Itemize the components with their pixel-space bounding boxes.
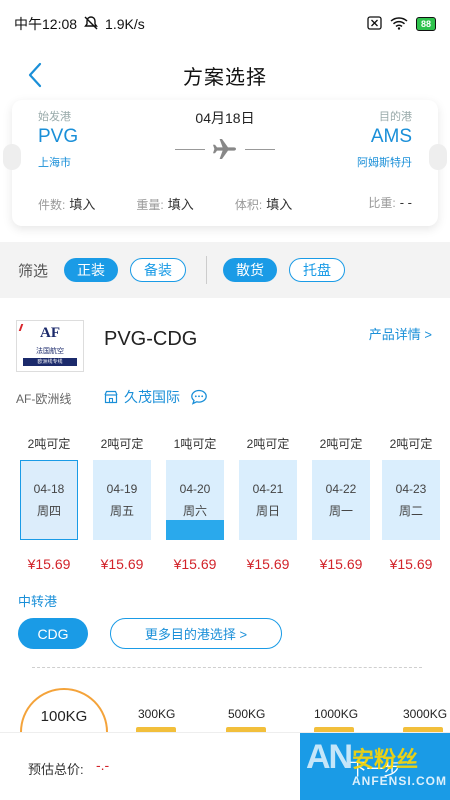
day-card[interactable]: 2吨可定 04-22 周一 xyxy=(312,432,370,540)
watermark-logo: AN 安粉丝 ANFENSI.COM xyxy=(306,738,447,788)
filter-sanhuo[interactable]: 散货 xyxy=(223,258,278,282)
total-value: -.- xyxy=(96,757,110,773)
weight-option[interactable]: 1000KG xyxy=(314,707,358,721)
price-row: ¥15.69 ¥15.69 ¥15.69 ¥15.69 ¥15.69 ¥15.6… xyxy=(20,556,440,576)
day-card[interactable]: 2吨可定 04-19 周五 xyxy=(93,432,151,540)
date-selector: 2吨可定 04-18 周四 2吨可定 04-19 周五 1吨可定 04-20 周六 2… xyxy=(20,432,440,552)
filter-label: 筛选 xyxy=(18,262,49,280)
day-price: ¥15.69 xyxy=(246,556,290,572)
day-card[interactable]: 2吨可定 04-18 周四 xyxy=(20,432,78,540)
airline-logo: AF 法国航空 欧洲线专线 xyxy=(16,320,84,372)
mute-icon xyxy=(83,15,99,34)
day-price: ¥15.69 xyxy=(173,556,217,572)
filter-tuopan[interactable]: 托盘 xyxy=(289,258,346,282)
day-price: ¥15.69 xyxy=(27,556,71,572)
filter-bar: 筛选 正装 备装 散货 托盘 xyxy=(0,242,450,298)
nav-bar: 方案选择 xyxy=(0,48,450,102)
chevron-left-icon xyxy=(28,62,42,88)
status-bar: 中午12:08 1.9K/s 88 xyxy=(0,0,450,48)
page-title: 方案选择 xyxy=(183,66,267,89)
day-card[interactable]: 2吨可定 04-23 周二 xyxy=(382,432,440,540)
dest-code: AMS xyxy=(370,126,412,147)
metric-weight[interactable]: 重量: 填入 xyxy=(136,194,234,213)
product-route: PVG-CDG xyxy=(104,328,198,350)
dest-label: 目的港 xyxy=(379,111,412,123)
weight-option[interactable]: 3000KG xyxy=(403,707,447,721)
wifi-icon xyxy=(390,16,408,33)
product-detail-link[interactable]: 产品详情 > xyxy=(369,324,432,343)
day-price: ¥15.69 xyxy=(100,556,144,572)
origin-code: PVG xyxy=(38,126,79,147)
battery-icon: 88 xyxy=(415,17,436,31)
weight-option[interactable]: 500KG xyxy=(228,707,265,721)
route-card: 始发港 PVG 上海市 04月18日 目的港 AMS 阿姆斯特丹 件数: 填入 重… xyxy=(3,100,447,226)
agent-info[interactable]: 久茂国际 xyxy=(104,387,208,407)
cargo-metrics: 件数: 填入 重量: 填入 体积: 填入 比重: - - xyxy=(38,194,412,213)
origin-city: 上海市 xyxy=(38,157,71,169)
filter-zhengzhuang[interactable]: 正装 xyxy=(64,258,119,282)
product-line-name: AF-欧洲线 xyxy=(16,392,72,406)
metric-pieces[interactable]: 件数: 填入 xyxy=(38,194,136,213)
weight-selected[interactable]: 100KG xyxy=(20,708,108,725)
back-button[interactable] xyxy=(18,58,52,92)
status-time: 中午12:08 xyxy=(14,16,78,32)
filter-divider xyxy=(206,256,208,284)
metric-volume[interactable]: 体积: 填入 xyxy=(235,194,333,213)
departure-date[interactable]: 04月18日 xyxy=(12,108,438,128)
transfer-cdg-button[interactable]: CDG xyxy=(18,618,88,649)
store-icon xyxy=(104,390,118,404)
airplane-icon xyxy=(213,139,236,159)
chat-icon[interactable] xyxy=(190,389,208,405)
metric-density: 比重: - - xyxy=(368,195,412,210)
dest-city: 阿姆斯特丹 xyxy=(357,157,412,169)
agent-name: 久茂国际 xyxy=(124,389,180,405)
day-price: ¥15.69 xyxy=(319,556,363,572)
sim-icon xyxy=(367,15,382,33)
transfer-label: 中转港 xyxy=(18,594,58,609)
weight-option[interactable]: 300KG xyxy=(138,707,175,721)
day-card[interactable]: 2吨可定 04-21 周日 xyxy=(239,432,297,540)
filter-beizhuang[interactable]: 备装 xyxy=(130,258,187,282)
day-card[interactable]: 1吨可定 04-20 周六 xyxy=(166,432,224,540)
section-divider xyxy=(32,667,422,668)
day-price: ¥15.69 xyxy=(389,556,433,572)
more-destinations-button[interactable]: 更多目的港选择 > xyxy=(110,618,282,649)
total-label: 预估总价: xyxy=(28,762,84,777)
status-speed: 1.9K/s xyxy=(105,16,145,32)
